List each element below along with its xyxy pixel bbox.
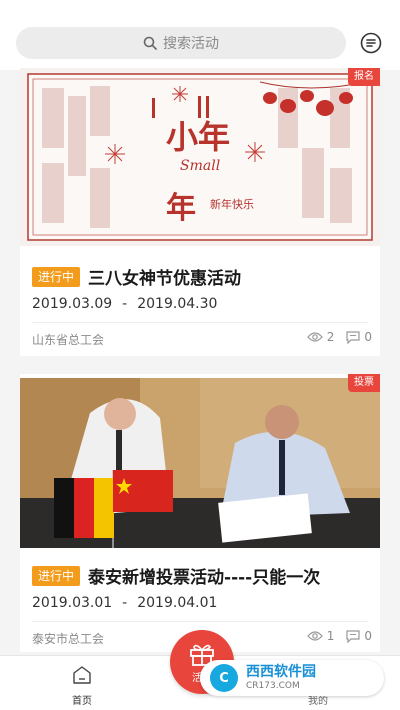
- date-separator: -: [122, 595, 128, 611]
- organizer: 泰安市总工会: [32, 632, 105, 646]
- activity-title: 泰安新增投票活动----只能一次: [88, 568, 321, 588]
- activity-card[interactable]: 小年 Small 年 新年快乐 报名 进行中 三八女神节优惠活动 2019.03…: [20, 68, 380, 356]
- divider: [32, 322, 368, 323]
- poster-calligraphy: 小年: [166, 118, 230, 156]
- activity-stats: 1 0: [306, 629, 372, 643]
- search-bar[interactable]: 搜索活动: [16, 27, 346, 59]
- activity-poster: 小年 Small 年 新年快乐 报名: [20, 68, 380, 246]
- activity-title: 三八女神节优惠活动: [88, 269, 242, 289]
- watermark-title: 西西软件园: [246, 664, 316, 680]
- comment-count: 0: [364, 629, 372, 643]
- organizer: 山东省总工会: [32, 333, 105, 347]
- svg-text:Small: Small: [180, 158, 220, 174]
- end-date: 2019.04.30: [137, 296, 218, 312]
- top-bar: 搜索活动: [0, 0, 400, 70]
- status-badge: 进行中: [32, 266, 81, 287]
- view-count: 2: [326, 330, 335, 344]
- view-count: 1: [326, 629, 335, 643]
- tab-home[interactable]: 首页: [60, 664, 104, 707]
- activity-tag: 投票: [348, 374, 380, 392]
- activity-dates: 2019.03.01 - 2019.04.01: [32, 595, 217, 611]
- watermark-logo: C: [210, 664, 238, 692]
- svg-text:年: 年: [166, 191, 196, 226]
- start-date: 2019.03.09: [32, 296, 113, 312]
- search-placeholder: 搜索活动: [163, 36, 219, 52]
- eye-icon: [306, 332, 323, 342]
- watermark-url: CR173.COM: [246, 681, 300, 691]
- search-icon: [143, 36, 157, 50]
- home-icon: [73, 666, 91, 684]
- comment-icon: [346, 629, 360, 643]
- comment-count: 0: [364, 330, 372, 344]
- end-date: 2019.04.01: [137, 595, 218, 611]
- svg-text:新年快乐: 新年快乐: [210, 197, 254, 211]
- activity-dates: 2019.03.09 - 2019.04.30: [32, 296, 217, 312]
- eye-icon: [306, 631, 323, 641]
- activity-stats: 2 0: [306, 330, 372, 344]
- activity-card[interactable]: 投票 进行中 泰安新增投票活动----只能一次 2019.03.01 - 201…: [20, 374, 380, 652]
- watermark: C 西西软件园 CR173.COM: [200, 660, 384, 696]
- tab-home-label: 首页: [72, 696, 92, 707]
- date-separator: -: [122, 296, 128, 312]
- message-icon[interactable]: [360, 32, 382, 54]
- activity-photo: 投票: [20, 374, 380, 552]
- divider: [32, 621, 368, 622]
- start-date: 2019.03.01: [32, 595, 113, 611]
- activity-tag: 报名: [348, 68, 380, 86]
- status-badge: 进行中: [32, 565, 81, 586]
- comment-icon: [346, 330, 360, 344]
